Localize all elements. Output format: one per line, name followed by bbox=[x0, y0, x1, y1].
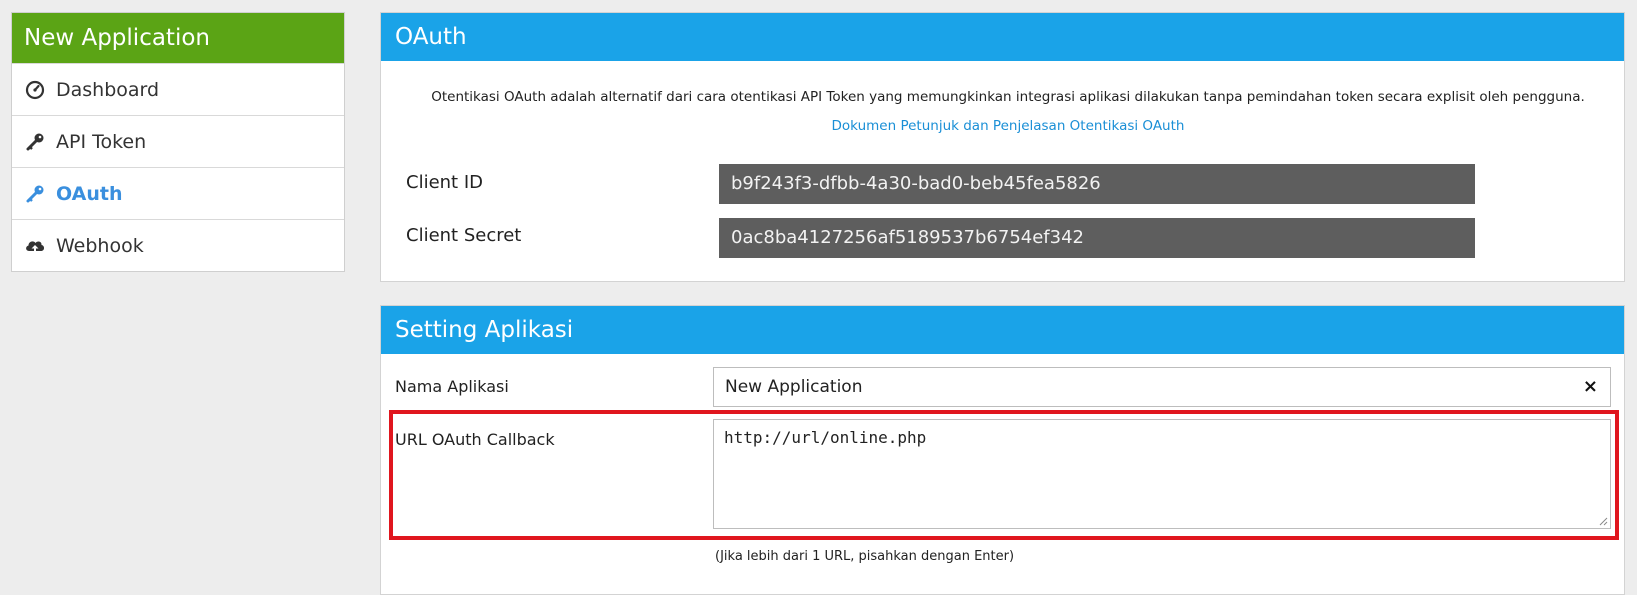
key-icon bbox=[24, 183, 46, 205]
sidebar-item-webhook[interactable]: Webhook bbox=[12, 219, 344, 271]
callback-hint: (Jika lebih dari 1 URL, pisahkan dengan … bbox=[715, 549, 1015, 564]
sidebar-item-label: OAuth bbox=[56, 182, 123, 205]
sidebar-item-label: API Token bbox=[56, 130, 147, 153]
app-name-value: New Application bbox=[725, 377, 863, 397]
oauth-panel-title: OAuth bbox=[381, 13, 1624, 61]
client-id-label: Client ID bbox=[406, 172, 484, 193]
sidebar-item-dashboard[interactable]: Dashboard bbox=[12, 63, 344, 115]
resize-grip-icon[interactable] bbox=[1598, 516, 1608, 526]
sidebar-item-api-token[interactable]: API Token bbox=[12, 115, 344, 167]
dashboard-icon bbox=[24, 79, 46, 101]
oauth-description: Otentikasi OAuth adalah alternatif dari … bbox=[403, 83, 1613, 141]
callback-url-value: http://url/online.php bbox=[724, 428, 927, 447]
callback-url-textarea[interactable]: http://url/online.php bbox=[713, 419, 1611, 529]
client-id-field[interactable]: b9f243f3-dfbb-4a30-bad0-beb45fea5826 bbox=[719, 164, 1475, 204]
sidebar-item-oauth[interactable]: OAuth bbox=[12, 167, 344, 219]
sidebar-item-label: Dashboard bbox=[56, 78, 160, 101]
sidebar-item-label: Webhook bbox=[56, 234, 144, 257]
oauth-description-text: Otentikasi OAuth adalah alternatif dari … bbox=[431, 89, 1585, 105]
app-name-label: Nama Aplikasi bbox=[395, 377, 509, 396]
clear-icon[interactable]: × bbox=[1583, 368, 1598, 406]
cloud-upload-icon bbox=[24, 235, 46, 257]
app-name-input[interactable]: New Application × bbox=[713, 367, 1611, 407]
client-secret-field[interactable]: 0ac8ba4127256af5189537b6754ef342 bbox=[719, 218, 1475, 258]
sidebar-title: New Application bbox=[12, 13, 344, 63]
settings-panel-title: Setting Aplikasi bbox=[381, 306, 1624, 354]
sidebar: New Application Dashboard API Token OAut… bbox=[11, 12, 345, 272]
client-secret-label: Client Secret bbox=[406, 225, 522, 246]
key-icon bbox=[24, 131, 46, 153]
oauth-panel: OAuth Otentikasi OAuth adalah alternatif… bbox=[380, 12, 1625, 282]
settings-panel: Setting Aplikasi Nama Aplikasi New Appli… bbox=[380, 305, 1625, 595]
callback-label: URL OAuth Callback bbox=[395, 430, 555, 449]
oauth-doc-link[interactable]: Dokumen Petunjuk dan Penjelasan Otentika… bbox=[832, 118, 1185, 134]
